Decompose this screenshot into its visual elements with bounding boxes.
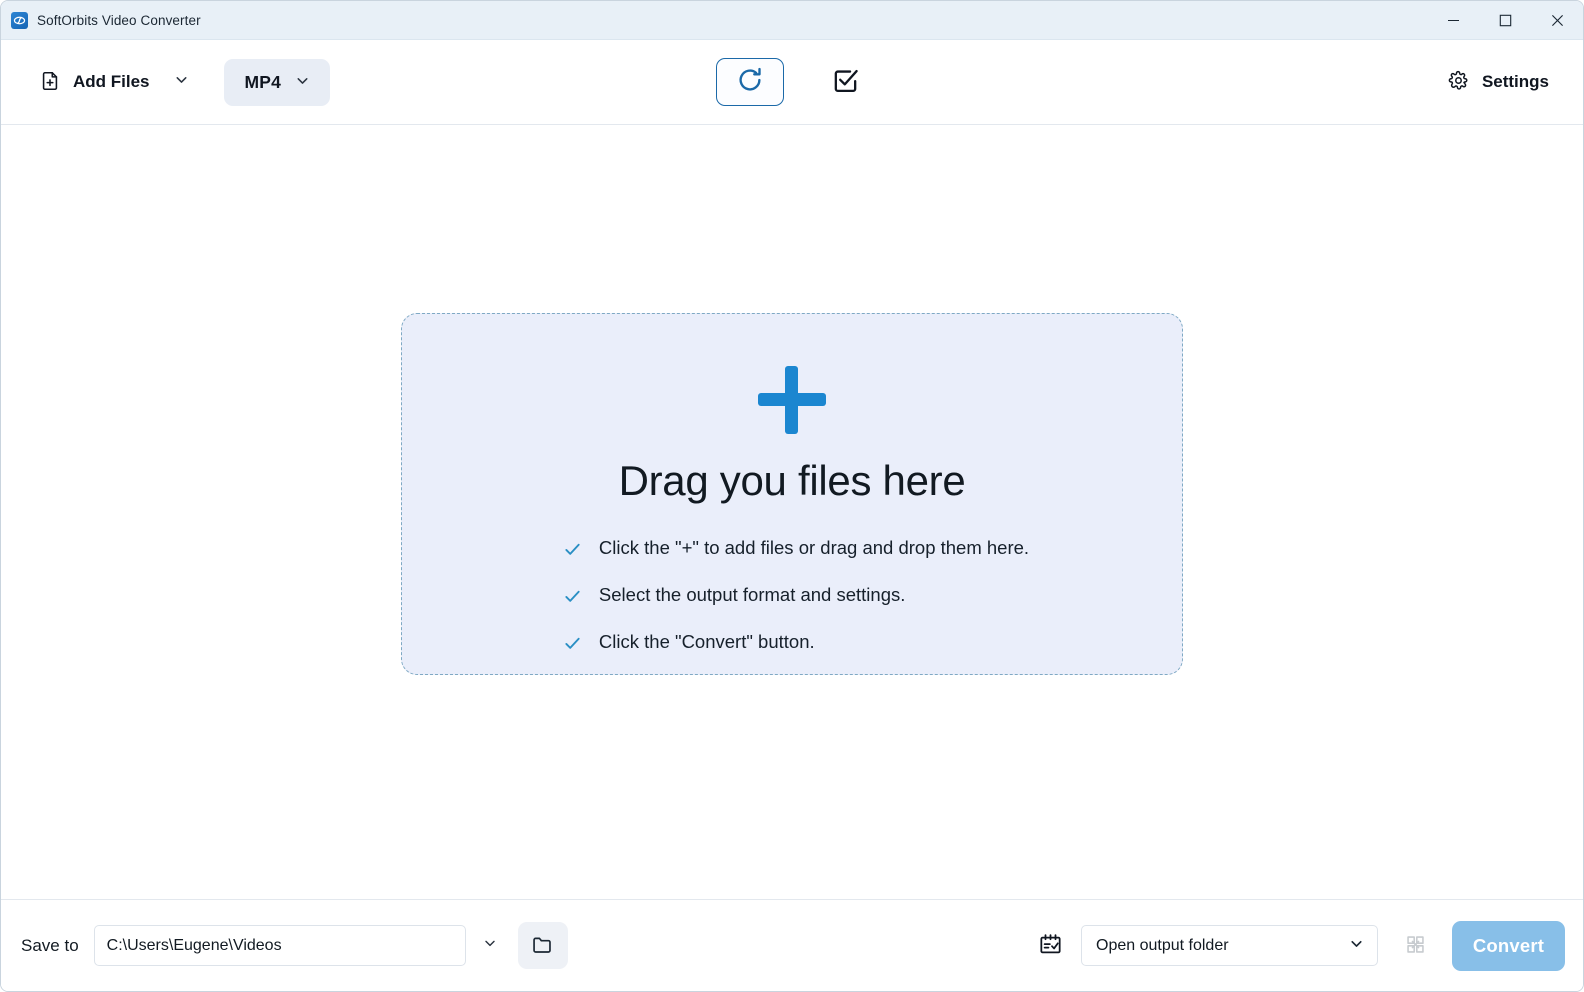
settings-button[interactable]: Settings	[1436, 60, 1561, 104]
hint-text: Click the "Convert" button.	[598, 631, 815, 652]
minimize-icon[interactable]	[1427, 1, 1479, 40]
chevron-down-icon	[482, 935, 498, 956]
list-item: Click the "+" to add files or drag and d…	[563, 537, 1029, 564]
chevron-down-icon	[173, 71, 190, 93]
title-bar: SoftOrbits Video Converter	[1, 1, 1583, 40]
check-icon	[563, 540, 582, 564]
folder-icon	[531, 933, 554, 959]
rotate-clockwise-icon	[735, 65, 765, 100]
convert-button[interactable]: Convert	[1452, 920, 1565, 971]
app-window: SoftOrbits Video Converter Add Files MP4…	[0, 0, 1584, 992]
file-drop-zone[interactable]: Drag you files here Click the "+" to add…	[401, 313, 1183, 675]
checkbox-checked-icon	[831, 66, 860, 98]
maximize-icon[interactable]	[1479, 1, 1531, 40]
hint-text: Click the "+" to add files or drag and d…	[598, 537, 1030, 558]
add-files-label: Add Files	[73, 72, 150, 91]
list-item: Click the "Convert" button.	[563, 631, 1029, 658]
bottom-bar: Save to C:\Users\Eugene\Videos Open outp…	[1, 899, 1583, 991]
output-format-label: MP4	[244, 71, 282, 92]
softorbits-logo-icon	[11, 11, 28, 29]
plus-icon[interactable]	[758, 366, 826, 434]
output-action-label: Open output folder	[1096, 936, 1229, 954]
save-path-input[interactable]	[93, 925, 466, 966]
window-controls	[1427, 1, 1583, 40]
calendar-check-icon	[1038, 932, 1063, 960]
settings-label: Settings	[1481, 72, 1549, 91]
output-format-button[interactable]: MP4	[223, 58, 331, 106]
chevron-down-icon	[294, 72, 311, 92]
check-icon	[563, 634, 582, 658]
save-to-label: Save to	[21, 935, 79, 955]
bottom-bar-right-group: Open output folder Convert	[1028, 920, 1565, 971]
save-path-dropdown-caret[interactable]	[468, 926, 512, 966]
drop-zone-title: Drag you files here	[618, 457, 966, 504]
merge-files-button[interactable]	[1394, 925, 1436, 967]
browse-folder-button[interactable]	[517, 922, 568, 969]
gear-icon	[1448, 70, 1469, 94]
window-title: SoftOrbits Video Converter	[37, 12, 201, 28]
hint-text: Select the output format and settings.	[598, 584, 906, 605]
chevron-down-icon	[1348, 935, 1365, 957]
main-content-area: Drag you files here Click the "+" to add…	[1, 125, 1583, 899]
add-files-dropdown-caret[interactable]	[162, 62, 202, 102]
title-bar-left: SoftOrbits Video Converter	[1, 11, 201, 29]
add-files-button[interactable]: Add Files	[27, 60, 162, 105]
toolbar-left-group: Add Files MP4	[27, 58, 331, 106]
drop-zone-hint-list: Click the "+" to add files or drag and d…	[555, 537, 1029, 658]
file-plus-icon	[39, 70, 61, 95]
check-icon	[563, 587, 582, 611]
main-toolbar: Add Files MP4 Settings	[1, 40, 1583, 125]
select-all-button[interactable]	[822, 59, 868, 105]
close-icon[interactable]	[1531, 1, 1583, 40]
merge-grid-icon	[1405, 934, 1426, 958]
schedule-task-button[interactable]	[1028, 924, 1072, 968]
output-action-select[interactable]: Open output folder	[1081, 925, 1378, 966]
rotate-button[interactable]	[716, 58, 784, 106]
list-item: Select the output format and settings.	[563, 584, 1029, 611]
